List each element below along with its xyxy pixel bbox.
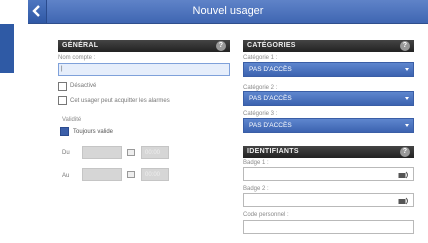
deactivated-checkbox[interactable]	[58, 82, 67, 91]
category-3-label: Catégorie 3 :	[243, 111, 278, 117]
badge-2-input[interactable]	[243, 193, 414, 207]
general-header: GÉNÉRAL ?	[58, 40, 230, 52]
chevron-down-icon	[405, 124, 409, 127]
general-header-label: GÉNÉRAL	[62, 42, 99, 49]
calendar-icon[interactable]	[127, 171, 135, 178]
badge-1-input[interactable]	[243, 167, 414, 181]
account-name-input[interactable]: |	[58, 63, 230, 76]
personal-code-input[interactable]	[243, 220, 414, 234]
category-3-select[interactable]: PAS D'ACCÈS	[243, 118, 414, 133]
category-1-select[interactable]: PAS D'ACCÈS	[243, 62, 414, 77]
badge-1-label: Badge 1 :	[243, 160, 269, 166]
chevron-down-icon	[405, 68, 409, 71]
title-bar: Nouvel usager	[28, 0, 428, 24]
to-time-value: 00:00	[145, 172, 161, 178]
from-time-value: 00:00	[145, 150, 161, 156]
personal-code-label: Code personnel :	[243, 212, 289, 218]
help-icon[interactable]: ?	[400, 147, 410, 157]
side-accent	[0, 24, 14, 73]
cursor: |	[61, 66, 63, 72]
badge-reader-icon[interactable]	[398, 171, 410, 179]
category-2-value: PAS D'ACCÈS	[249, 95, 292, 102]
help-icon[interactable]: ?	[400, 41, 410, 51]
identifiers-header-label: IDENTIFIANTS	[247, 148, 299, 155]
category-1-value: PAS D'ACCÈS	[249, 66, 292, 73]
category-3-value: PAS D'ACCÈS	[249, 122, 292, 129]
calendar-icon[interactable]	[127, 149, 135, 156]
chevron-left-icon	[32, 5, 40, 17]
acquit-alarms-label: Cet usager peut acquitter les alarmes	[70, 98, 170, 104]
always-valid-checkbox[interactable]	[60, 127, 69, 136]
validity-label: Validité	[62, 117, 82, 123]
categories-header: CATÉGORIES ?	[243, 40, 414, 52]
from-label: Du	[62, 150, 70, 156]
chevron-down-icon	[405, 97, 409, 100]
help-icon[interactable]: ?	[216, 41, 226, 51]
to-time-field[interactable]: 00:00	[141, 168, 169, 181]
from-time-field[interactable]: 00:00	[141, 146, 169, 159]
account-name-label: Nom compte :	[58, 55, 96, 61]
to-date-field[interactable]	[82, 168, 122, 181]
to-label: Au	[62, 173, 70, 179]
badge-2-label: Badge 2 :	[243, 186, 269, 192]
category-1-label: Catégorie 1 :	[243, 55, 278, 61]
categories-header-label: CATÉGORIES	[247, 42, 296, 49]
category-2-select[interactable]: PAS D'ACCÈS	[243, 91, 414, 106]
back-button[interactable]	[28, 0, 47, 23]
window-title: Nouvel usager	[192, 5, 264, 17]
identifiers-header: IDENTIFIANTS ?	[243, 146, 414, 158]
deactivated-label: Désactivé	[70, 83, 97, 89]
from-date-field[interactable]	[82, 146, 122, 159]
badge-reader-icon[interactable]	[398, 197, 410, 205]
acquit-alarms-checkbox[interactable]	[58, 96, 67, 105]
always-valid-label: Toujours valide	[73, 129, 114, 135]
